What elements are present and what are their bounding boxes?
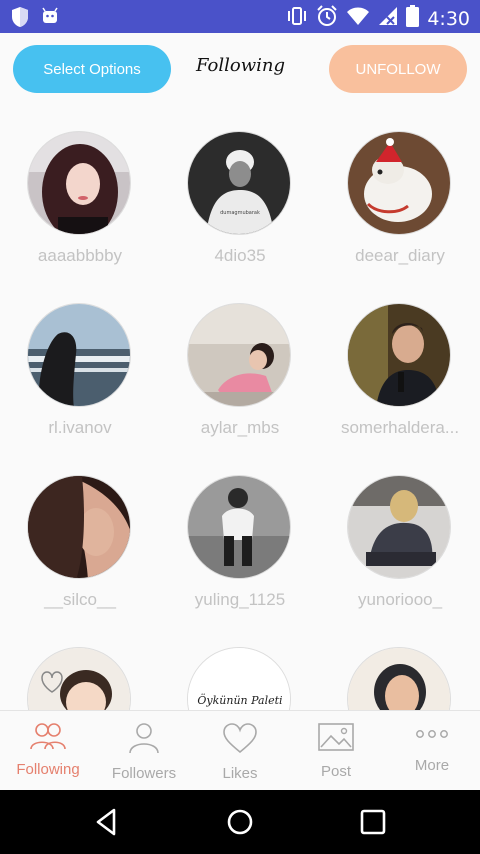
- avatar[interactable]: [27, 303, 131, 407]
- username: aaaabbbby: [37, 246, 123, 265]
- tab-following[interactable]: Following: [0, 711, 96, 791]
- username: deear_diary: [355, 246, 445, 265]
- heart-icon: [223, 723, 257, 754]
- username: aylar_mbs: [200, 418, 280, 437]
- wifi-icon: [346, 6, 370, 31]
- shield-icon: [10, 6, 30, 33]
- user-card[interactable]: [320, 623, 480, 710]
- user-card[interactable]: yuling_1125: [160, 451, 320, 623]
- user-card[interactable]: __silco__: [0, 451, 160, 623]
- recents-icon[interactable]: [357, 806, 389, 838]
- person-icon: [129, 723, 159, 754]
- select-options-button[interactable]: Select Options: [13, 45, 171, 93]
- page-title: Following: [196, 55, 285, 76]
- avatar[interactable]: [347, 647, 451, 710]
- username: 4dio35: [214, 246, 266, 265]
- user-card[interactable]: rl.ivanov: [0, 279, 160, 451]
- user-card[interactable]: deear_diary: [320, 107, 480, 279]
- avatar[interactable]: Öykünün Paleti: [187, 647, 291, 710]
- avatar[interactable]: [27, 475, 131, 579]
- handwritten-logo-text: Öykünün Paleti: [197, 693, 282, 707]
- alarm-icon: [316, 5, 338, 32]
- tab-label: Likes: [222, 765, 258, 782]
- username: yunoriooo_: [357, 590, 443, 609]
- user-card[interactable]: somerhaldera...: [320, 279, 480, 451]
- status-time: 4:30: [427, 7, 470, 30]
- vibrate-icon: [286, 6, 308, 31]
- avatar-watermark: dumagmubarak: [220, 210, 260, 216]
- avatar[interactable]: [187, 475, 291, 579]
- tab-more[interactable]: More: [384, 711, 480, 791]
- android-icon: [40, 6, 60, 33]
- top-bar: Select Options Following UNFOLLOW: [0, 33, 480, 107]
- more-icon: [416, 730, 448, 738]
- user-card[interactable]: Öykünün Paleti: [160, 623, 320, 710]
- back-icon[interactable]: [90, 806, 122, 838]
- username: yuling_1125: [194, 590, 286, 609]
- avatar[interactable]: [347, 131, 451, 235]
- battery-icon: [406, 5, 420, 32]
- avatar[interactable]: dumagmubarak: [187, 131, 291, 235]
- tab-label: Following: [16, 761, 80, 778]
- user-card[interactable]: [0, 623, 160, 710]
- user-card[interactable]: yunoriooo_: [320, 451, 480, 623]
- avatar[interactable]: [27, 647, 131, 710]
- avatar[interactable]: [187, 303, 291, 407]
- tab-label: Followers: [111, 765, 177, 782]
- home-icon[interactable]: [224, 806, 256, 838]
- username: rl.ivanov: [48, 418, 112, 437]
- user-card[interactable]: aylar_mbs: [160, 279, 320, 451]
- status-bar: 4:30: [0, 0, 480, 33]
- tab-label: Post: [320, 763, 351, 780]
- image-icon: [318, 723, 354, 751]
- tab-followers[interactable]: Followers: [96, 711, 192, 791]
- signal-icon: [378, 6, 398, 31]
- avatar[interactable]: [27, 131, 131, 235]
- tab-post[interactable]: Post: [288, 711, 384, 791]
- bottom-tab-bar: Following Followers Likes Post More: [0, 710, 480, 791]
- navigation-bar: [0, 790, 480, 854]
- people-icon: [30, 723, 66, 750]
- tab-label: More: [414, 757, 450, 774]
- user-card[interactable]: dumagmubarak 4dio35: [160, 107, 320, 279]
- avatar[interactable]: [347, 475, 451, 579]
- avatar[interactable]: [347, 303, 451, 407]
- username: somerhaldera...: [340, 418, 460, 437]
- tab-likes[interactable]: Likes: [192, 711, 288, 791]
- username: __silco__: [44, 590, 116, 609]
- user-card[interactable]: aaaabbbby: [0, 107, 160, 279]
- unfollow-button[interactable]: UNFOLLOW: [329, 45, 467, 93]
- following-grid: aaaabbbby dumagmubarak 4dio35 deear_diar…: [0, 107, 480, 710]
